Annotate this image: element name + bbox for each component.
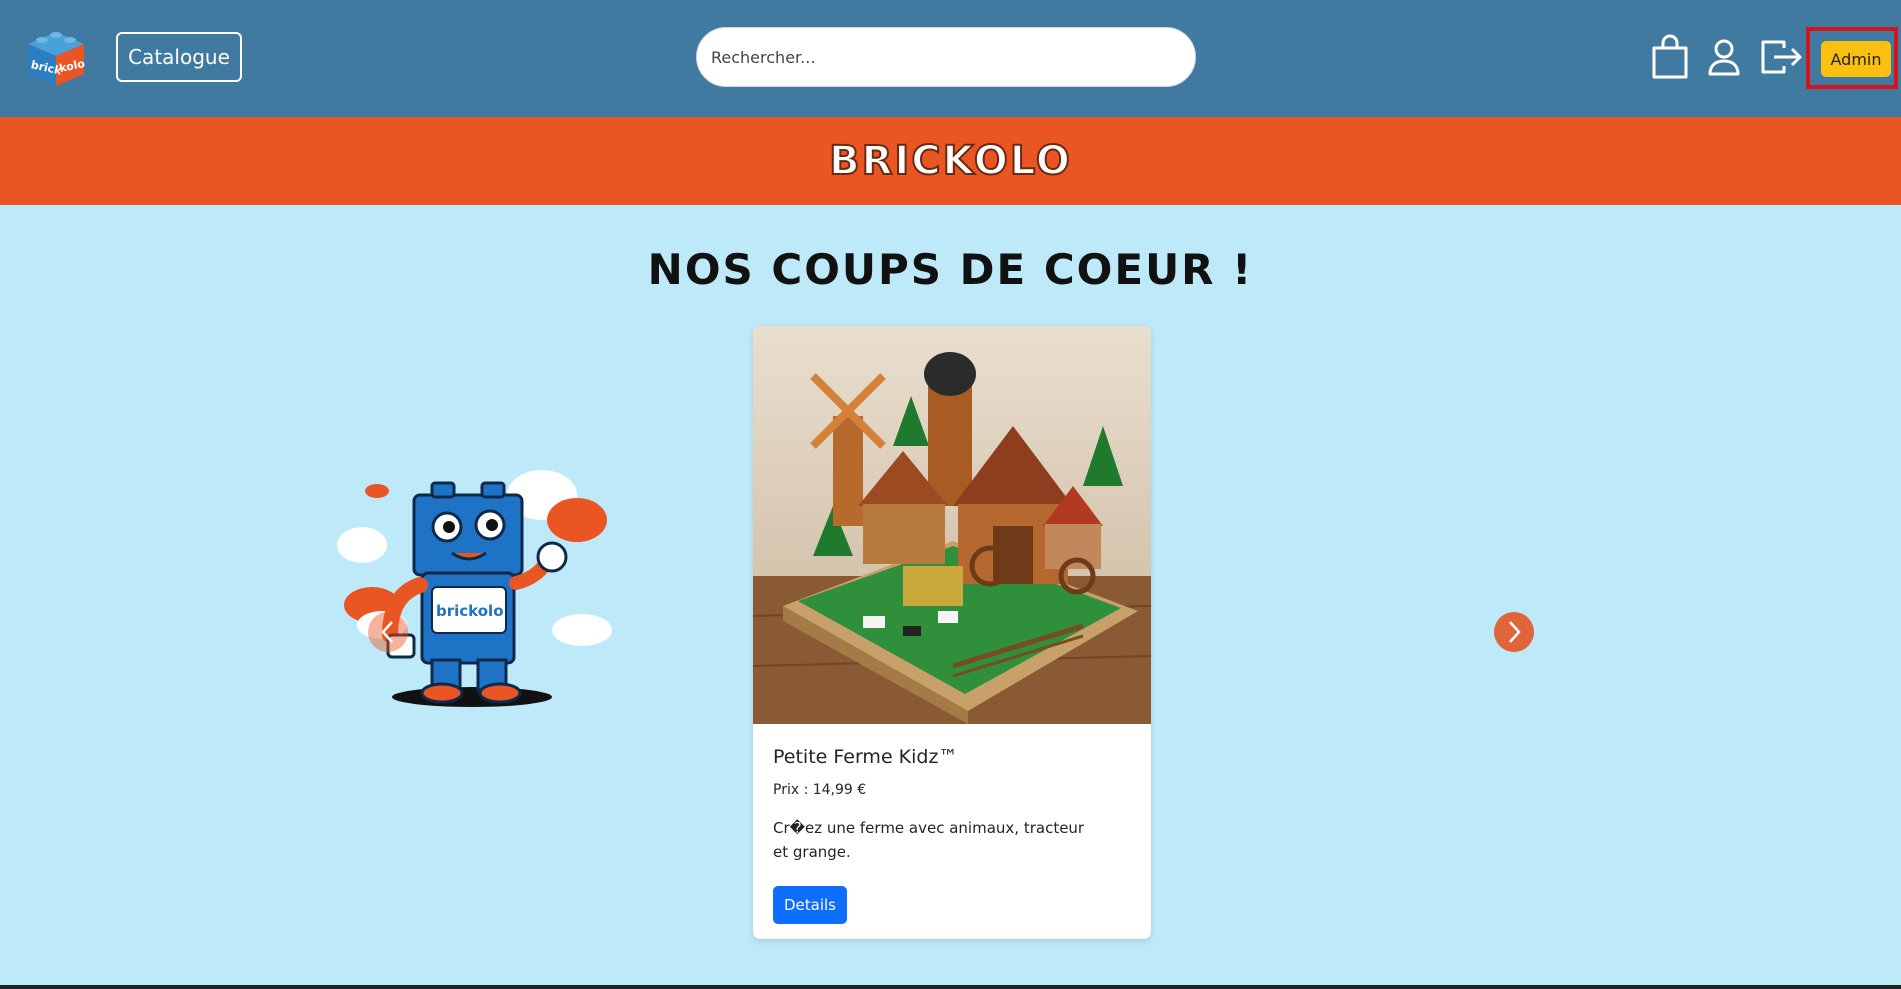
admin-highlight-box: Admin — [1806, 27, 1898, 89]
mascot-illustration: brickolo — [337, 470, 612, 707]
product-carousel: brickolo Petite Ferme Kidz™ Prix: 14,99… — [330, 320, 1570, 940]
chevron-left-icon — [381, 621, 393, 643]
carousel-next-button[interactable] — [1494, 612, 1534, 652]
user-icon[interactable] — [1707, 38, 1741, 76]
shopping-bag-icon[interactable] — [1651, 34, 1689, 80]
logout-icon[interactable] — [1760, 38, 1804, 76]
product-price: Prix : 14,99 € — [773, 782, 867, 798]
product-name: Petite Ferme Kidz™ — [773, 746, 958, 768]
details-button[interactable]: Details — [773, 886, 847, 924]
admin-button[interactable]: Admin — [1821, 41, 1891, 77]
catalogue-button[interactable]: Catalogue — [116, 32, 242, 82]
product-image — [753, 326, 1151, 724]
chevron-right-icon — [1509, 621, 1521, 643]
mascot-brand-text: brickolo — [436, 602, 504, 620]
product-card: Petite Ferme Kidz™ Prix : 14,99 € Cr�ez … — [753, 326, 1151, 939]
brand-title: BRICKOLO — [828, 137, 1072, 185]
section-title: NOS COUPS DE COEUR ! — [647, 245, 1254, 294]
top-navbar: brick kolo Catalogue Admin — [0, 0, 1901, 117]
carousel-prev-button[interactable] — [368, 612, 408, 652]
footer-divider — [0, 985, 1901, 989]
brickolo-logo[interactable]: brick kolo — [22, 26, 90, 88]
brand-banner: BRICKOLO — [0, 117, 1901, 205]
product-card-body: Petite Ferme Kidz™ Prix : 14,99 € Cr�ez … — [773, 746, 1133, 864]
search-input[interactable] — [696, 27, 1196, 87]
product-description: Cr�ez une ferme avec animaux, tracteur e… — [773, 819, 1085, 861]
